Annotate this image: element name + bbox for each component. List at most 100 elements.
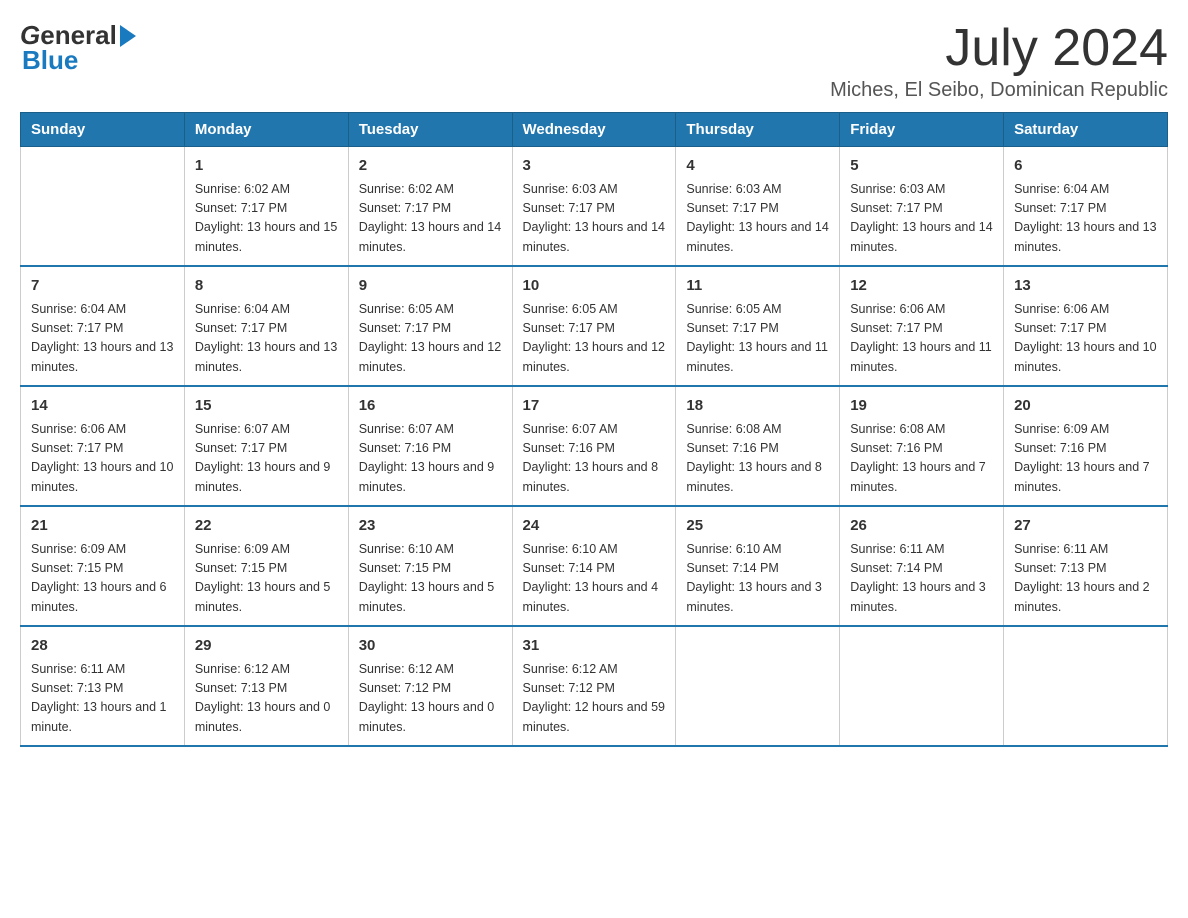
page-header: G eneral Blue July 2024 Miches, El Seibo…: [20, 20, 1168, 102]
logo-blue-text: Blue: [22, 45, 78, 76]
day-number: 1: [195, 155, 338, 178]
calendar-cell-w3-d2: 15Sunrise: 6:07 AMSunset: 7:17 PMDayligh…: [184, 386, 348, 506]
calendar-cell-w1-d4: 3Sunrise: 6:03 AMSunset: 7:17 PMDaylight…: [512, 147, 676, 267]
day-info: Sunrise: 6:06 AMSunset: 7:17 PMDaylight:…: [850, 300, 993, 378]
day-info: Sunrise: 6:12 AMSunset: 7:13 PMDaylight:…: [195, 660, 338, 738]
calendar-week-3: 14Sunrise: 6:06 AMSunset: 7:17 PMDayligh…: [21, 386, 1168, 506]
day-info: Sunrise: 6:10 AMSunset: 7:15 PMDaylight:…: [359, 540, 502, 618]
calendar-week-5: 28Sunrise: 6:11 AMSunset: 7:13 PMDayligh…: [21, 626, 1168, 746]
title-section: July 2024 Miches, El Seibo, Dominican Re…: [830, 20, 1168, 102]
calendar-week-1: 1Sunrise: 6:02 AMSunset: 7:17 PMDaylight…: [21, 147, 1168, 267]
day-number: 24: [523, 515, 666, 538]
calendar-cell-w5-d5: [676, 626, 840, 746]
calendar-week-4: 21Sunrise: 6:09 AMSunset: 7:15 PMDayligh…: [21, 506, 1168, 626]
day-number: 3: [523, 155, 666, 178]
calendar-cell-w4-d2: 22Sunrise: 6:09 AMSunset: 7:15 PMDayligh…: [184, 506, 348, 626]
day-info: Sunrise: 6:10 AMSunset: 7:14 PMDaylight:…: [523, 540, 666, 618]
calendar-cell-w4-d3: 23Sunrise: 6:10 AMSunset: 7:15 PMDayligh…: [348, 506, 512, 626]
day-info: Sunrise: 6:05 AMSunset: 7:17 PMDaylight:…: [523, 300, 666, 378]
day-info: Sunrise: 6:06 AMSunset: 7:17 PMDaylight:…: [1014, 300, 1157, 378]
calendar-cell-w2-d7: 13Sunrise: 6:06 AMSunset: 7:17 PMDayligh…: [1004, 266, 1168, 386]
day-number: 27: [1014, 515, 1157, 538]
header-saturday: Saturday: [1004, 113, 1168, 147]
calendar-cell-w5-d3: 30Sunrise: 6:12 AMSunset: 7:12 PMDayligh…: [348, 626, 512, 746]
calendar-cell-w2-d3: 9Sunrise: 6:05 AMSunset: 7:17 PMDaylight…: [348, 266, 512, 386]
day-number: 30: [359, 635, 502, 658]
day-info: Sunrise: 6:02 AMSunset: 7:17 PMDaylight:…: [359, 180, 502, 258]
day-info: Sunrise: 6:10 AMSunset: 7:14 PMDaylight:…: [686, 540, 829, 618]
day-number: 5: [850, 155, 993, 178]
header-thursday: Thursday: [676, 113, 840, 147]
day-info: Sunrise: 6:06 AMSunset: 7:17 PMDaylight:…: [31, 420, 174, 498]
day-number: 17: [523, 395, 666, 418]
calendar-cell-w5-d1: 28Sunrise: 6:11 AMSunset: 7:13 PMDayligh…: [21, 626, 185, 746]
calendar-cell-w4-d6: 26Sunrise: 6:11 AMSunset: 7:14 PMDayligh…: [840, 506, 1004, 626]
day-info: Sunrise: 6:03 AMSunset: 7:17 PMDaylight:…: [686, 180, 829, 258]
day-info: Sunrise: 6:07 AMSunset: 7:17 PMDaylight:…: [195, 420, 338, 498]
day-number: 19: [850, 395, 993, 418]
calendar-cell-w4-d7: 27Sunrise: 6:11 AMSunset: 7:13 PMDayligh…: [1004, 506, 1168, 626]
day-number: 28: [31, 635, 174, 658]
day-info: Sunrise: 6:07 AMSunset: 7:16 PMDaylight:…: [523, 420, 666, 498]
day-number: 23: [359, 515, 502, 538]
calendar-week-2: 7Sunrise: 6:04 AMSunset: 7:17 PMDaylight…: [21, 266, 1168, 386]
day-info: Sunrise: 6:08 AMSunset: 7:16 PMDaylight:…: [686, 420, 829, 498]
day-number: 12: [850, 275, 993, 298]
calendar-cell-w5-d6: [840, 626, 1004, 746]
day-info: Sunrise: 6:05 AMSunset: 7:17 PMDaylight:…: [359, 300, 502, 378]
day-number: 29: [195, 635, 338, 658]
day-number: 22: [195, 515, 338, 538]
day-info: Sunrise: 6:09 AMSunset: 7:15 PMDaylight:…: [195, 540, 338, 618]
header-tuesday: Tuesday: [348, 113, 512, 147]
header-wednesday: Wednesday: [512, 113, 676, 147]
main-title: July 2024: [830, 20, 1168, 77]
day-info: Sunrise: 6:04 AMSunset: 7:17 PMDaylight:…: [31, 300, 174, 378]
day-info: Sunrise: 6:04 AMSunset: 7:17 PMDaylight:…: [195, 300, 338, 378]
day-info: Sunrise: 6:12 AMSunset: 7:12 PMDaylight:…: [523, 660, 666, 738]
calendar-cell-w4-d1: 21Sunrise: 6:09 AMSunset: 7:15 PMDayligh…: [21, 506, 185, 626]
calendar-cell-w2-d4: 10Sunrise: 6:05 AMSunset: 7:17 PMDayligh…: [512, 266, 676, 386]
header-sunday: Sunday: [21, 113, 185, 147]
day-number: 6: [1014, 155, 1157, 178]
calendar-header-row: Sunday Monday Tuesday Wednesday Thursday…: [21, 113, 1168, 147]
calendar-cell-w5-d2: 29Sunrise: 6:12 AMSunset: 7:13 PMDayligh…: [184, 626, 348, 746]
day-number: 11: [686, 275, 829, 298]
calendar-cell-w5-d7: [1004, 626, 1168, 746]
calendar-cell-w4-d4: 24Sunrise: 6:10 AMSunset: 7:14 PMDayligh…: [512, 506, 676, 626]
calendar-cell-w3-d6: 19Sunrise: 6:08 AMSunset: 7:16 PMDayligh…: [840, 386, 1004, 506]
day-number: 16: [359, 395, 502, 418]
calendar-cell-w1-d3: 2Sunrise: 6:02 AMSunset: 7:17 PMDaylight…: [348, 147, 512, 267]
day-number: 18: [686, 395, 829, 418]
calendar-cell-w4-d5: 25Sunrise: 6:10 AMSunset: 7:14 PMDayligh…: [676, 506, 840, 626]
day-info: Sunrise: 6:07 AMSunset: 7:16 PMDaylight:…: [359, 420, 502, 498]
calendar-cell-w3-d5: 18Sunrise: 6:08 AMSunset: 7:16 PMDayligh…: [676, 386, 840, 506]
calendar-cell-w3-d1: 14Sunrise: 6:06 AMSunset: 7:17 PMDayligh…: [21, 386, 185, 506]
header-monday: Monday: [184, 113, 348, 147]
day-info: Sunrise: 6:03 AMSunset: 7:17 PMDaylight:…: [850, 180, 993, 258]
day-info: Sunrise: 6:08 AMSunset: 7:16 PMDaylight:…: [850, 420, 993, 498]
day-info: Sunrise: 6:05 AMSunset: 7:17 PMDaylight:…: [686, 300, 829, 378]
calendar-cell-w1-d2: 1Sunrise: 6:02 AMSunset: 7:17 PMDaylight…: [184, 147, 348, 267]
day-number: 13: [1014, 275, 1157, 298]
day-number: 14: [31, 395, 174, 418]
calendar-cell-w3-d7: 20Sunrise: 6:09 AMSunset: 7:16 PMDayligh…: [1004, 386, 1168, 506]
day-info: Sunrise: 6:11 AMSunset: 7:13 PMDaylight:…: [31, 660, 174, 738]
day-number: 2: [359, 155, 502, 178]
day-info: Sunrise: 6:02 AMSunset: 7:17 PMDaylight:…: [195, 180, 338, 258]
day-info: Sunrise: 6:11 AMSunset: 7:13 PMDaylight:…: [1014, 540, 1157, 618]
calendar-cell-w2-d2: 8Sunrise: 6:04 AMSunset: 7:17 PMDaylight…: [184, 266, 348, 386]
day-number: 21: [31, 515, 174, 538]
logo: G eneral Blue: [20, 20, 136, 76]
subtitle: Miches, El Seibo, Dominican Republic: [830, 79, 1168, 102]
calendar-table: Sunday Monday Tuesday Wednesday Thursday…: [20, 112, 1168, 747]
day-number: 4: [686, 155, 829, 178]
day-number: 25: [686, 515, 829, 538]
calendar-cell-w1-d6: 5Sunrise: 6:03 AMSunset: 7:17 PMDaylight…: [840, 147, 1004, 267]
day-info: Sunrise: 6:09 AMSunset: 7:15 PMDaylight:…: [31, 540, 174, 618]
calendar-cell-w1-d5: 4Sunrise: 6:03 AMSunset: 7:17 PMDaylight…: [676, 147, 840, 267]
day-number: 31: [523, 635, 666, 658]
day-number: 15: [195, 395, 338, 418]
day-number: 8: [195, 275, 338, 298]
day-info: Sunrise: 6:04 AMSunset: 7:17 PMDaylight:…: [1014, 180, 1157, 258]
day-number: 9: [359, 275, 502, 298]
